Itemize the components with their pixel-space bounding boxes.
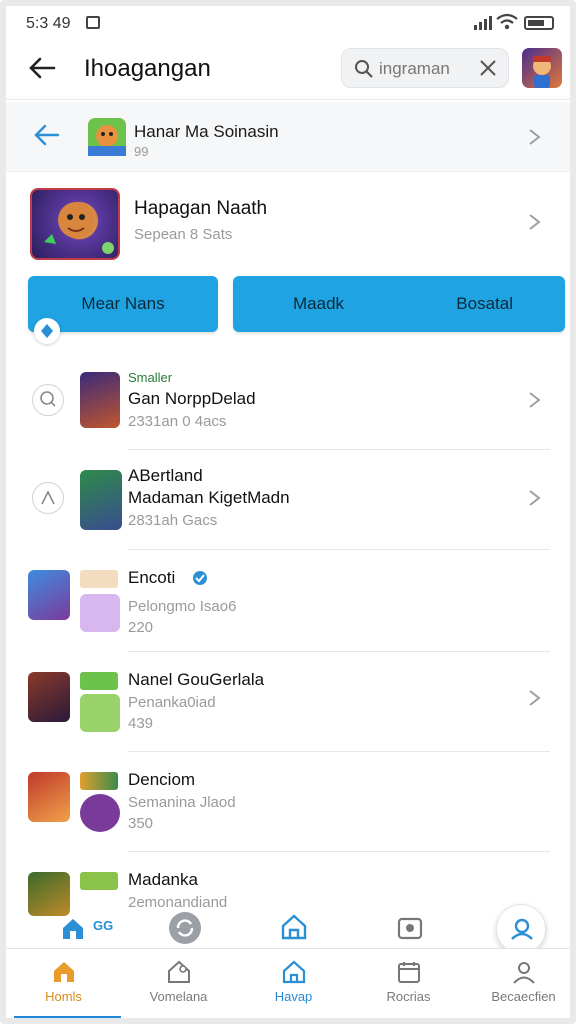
button-label: Bosatal [456,294,513,313]
category-count: 99 [134,144,149,159]
home-icon[interactable] [60,916,86,942]
battery-icon [524,16,554,30]
nav-home[interactable]: Homls [6,949,121,1018]
status-time: 5:3 49 [26,15,71,32]
nav-calendar[interactable]: Rocrias [351,949,466,1018]
item-count: 220 [128,619,154,636]
list-item[interactable]: Encoti Pelongmo Isao6 220 [6,550,570,652]
game-thumbnail [80,794,120,832]
item-badge [80,772,118,790]
featured-subtitle: Sepean 8 Sats [134,226,233,243]
app-bar: Ihoagangan ingraman [6,40,570,100]
item-title: Encoti [128,568,176,587]
item-subtitle: 2831ah Gacs [128,512,218,529]
home-icon [53,962,74,982]
bookmark-icon[interactable] [34,318,60,344]
nav-label: Becaecfien [491,989,556,1004]
nav-library[interactable]: Vomelana [121,949,236,1018]
item-subtitle: Pelongmo Isao6 [128,598,237,615]
button-label: Mear Nans [81,294,165,313]
back-arrow-icon[interactable] [34,124,60,146]
game-thumbnail [80,372,120,428]
nav-profile[interactable]: Becaecfien [466,949,570,1018]
button-label: Maadk [293,294,345,313]
chevron-right-icon [529,214,541,230]
secondary-action-button[interactable]: Maadk Bosatal [233,276,565,332]
game-thumbnail [28,570,70,620]
bottom-nav: Homls Vomelana Havap Rocrias Becaecfien [6,948,570,1018]
house-outline-icon[interactable] [279,912,309,942]
notification-icon [86,16,100,29]
item-count: 350 [128,815,154,832]
item-badge [80,872,118,890]
game-thumbnail [80,694,120,732]
list-item[interactable]: Denciom Semanina Jlaod 350 [6,752,570,852]
search-icon [355,60,373,78]
item-title: Madanka [128,870,198,889]
house-settings-icon [167,960,190,983]
category-header[interactable]: Hanar Ma Soinasin 99 [6,102,570,172]
item-badge [80,672,118,690]
list-item[interactable]: ABertland Madaman KigetMadn 2831ah Gacs [6,450,570,550]
item-tag: Smaller [128,370,173,385]
item-subtitle: Semanina Jlaod [128,794,236,811]
nav-label: Havap [274,989,313,1004]
app-frame: 5:3 49 Ihoagangan ingraman Hanar Ma Soin… [0,0,576,1024]
verified-icon [193,571,207,585]
wifi-icon [496,13,518,30]
game-thumbnail [80,594,120,632]
game-thumbnail [28,772,70,822]
search-icon[interactable] [32,384,64,416]
refresh-icon[interactable] [169,912,201,944]
clear-search-icon[interactable] [478,58,498,78]
featured-title: Hapagan Naath [134,198,268,219]
featured-image [30,188,120,260]
item-count: 439 [128,715,154,732]
item-badge [80,570,118,588]
signal-icon [474,16,492,30]
list-item[interactable]: Nanel GouGerlala Penanka0iad 439 [6,652,570,752]
category-name: Hanar Ma Soinasin [134,122,279,141]
chevron-right-icon [529,490,541,506]
game-icon [88,118,126,156]
chevron-right-icon [529,690,541,706]
back-arrow-icon[interactable] [28,56,56,80]
list-item[interactable]: Smaller Gan NorppDelad 2331an 0 4acs [6,358,570,450]
item-subtitle: Penanka0iad [128,694,216,711]
game-thumbnail [80,470,122,530]
profile-fab-button[interactable] [496,904,546,954]
quick-label: GG [93,918,114,933]
user-icon [512,962,535,984]
gallery-icon[interactable] [396,914,424,942]
game-thumbnail [28,672,70,722]
item-title-line2: Madaman KigetMadn [128,488,290,507]
page-title: Ihoagangan [84,55,211,82]
item-title: Gan NorppDelad [128,389,256,408]
status-bar: 5:3 49 [6,6,570,40]
avatar-image [533,56,551,88]
share-icon[interactable] [32,482,64,514]
item-title: Nanel GouGerlala [128,670,265,689]
chevron-right-icon [529,392,541,408]
search-input[interactable]: ingraman [341,48,509,88]
avatar[interactable] [522,48,562,88]
calendar-icon [397,962,420,983]
nav-label: Homls [45,989,82,1004]
nav-label: Rocrias [386,989,431,1004]
item-subtitle: 2331an 0 4acs [128,413,227,430]
chevron-right-icon [529,129,541,145]
search-value: ingraman [379,59,450,78]
item-title: Denciom [128,770,196,789]
house-outline-icon [282,960,305,984]
nav-label: Vomelana [149,989,208,1004]
nav-explore[interactable]: Havap [236,949,351,1018]
item-title: ABertland [128,466,203,485]
featured-card[interactable]: Hapagan Naath Sepean 8 Sats Mear Nans Ma… [6,174,570,356]
